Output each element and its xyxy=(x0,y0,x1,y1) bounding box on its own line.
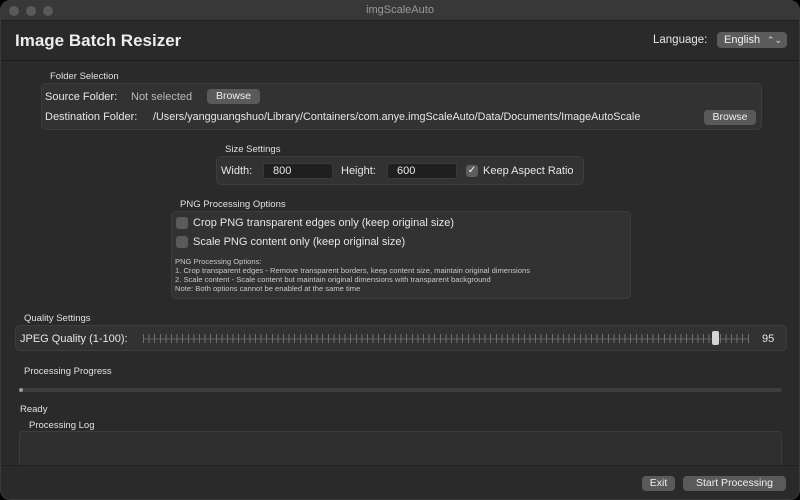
keep-aspect-checkbox[interactable]: ✓ xyxy=(466,165,478,177)
title-bar: imgScaleAuto xyxy=(1,1,799,21)
bottom-action-bar xyxy=(1,465,799,499)
source-folder-label: Source Folder: xyxy=(45,91,118,103)
folder-section-label: Folder Selection xyxy=(50,71,119,82)
processing-log-label: Processing Log xyxy=(29,420,95,431)
app-window: imgScaleAuto Image Batch Resizer Languag… xyxy=(0,0,800,500)
height-label: Height: xyxy=(341,165,376,177)
width-label: Width: xyxy=(221,165,253,177)
scale-png-checkbox[interactable] xyxy=(176,236,188,248)
progress-status: Ready xyxy=(20,404,48,415)
header-divider xyxy=(1,60,799,61)
start-processing-button[interactable]: Start Processing xyxy=(683,476,786,491)
png-note-line: Note: Both options cannot be enabled at … xyxy=(175,284,361,293)
page-title: Image Batch Resizer xyxy=(15,31,182,50)
png-note-line: 1. Crop transparent edges - Remove trans… xyxy=(175,266,530,275)
keep-aspect-label: Keep Aspect Ratio xyxy=(483,165,574,177)
jpeg-quality-slider-ticks xyxy=(143,334,749,343)
width-input[interactable]: 800 xyxy=(263,163,333,179)
source-browse-button[interactable]: Browse xyxy=(207,89,260,104)
progress-bar-fill xyxy=(19,388,23,392)
crop-png-label: Crop PNG transparent edges only (keep or… xyxy=(193,217,455,229)
destination-folder-label: Destination Folder: xyxy=(45,111,138,123)
progress-bar xyxy=(19,388,782,392)
crop-png-checkbox[interactable] xyxy=(176,217,188,229)
progress-section-label: Processing Progress xyxy=(24,366,112,377)
destination-folder-value: /Users/yangguangshuo/Library/Containers/… xyxy=(153,111,641,123)
chevron-updown-icon: ⌃⌄ xyxy=(766,35,782,45)
height-input[interactable]: 600 xyxy=(387,163,457,179)
language-value: English xyxy=(724,34,761,46)
png-section-label: PNG Processing Options xyxy=(180,199,286,210)
scale-png-label: Scale PNG content only (keep original si… xyxy=(193,236,406,248)
language-label: Language: xyxy=(653,34,708,46)
exit-button[interactable]: Exit xyxy=(642,476,675,491)
png-note-line: PNG Processing Options: xyxy=(175,257,262,266)
destination-browse-button[interactable]: Browse xyxy=(704,110,756,125)
jpeg-quality-label: JPEG Quality (1-100): xyxy=(20,333,128,345)
png-note-line: 2. Scale content - Scale content but mai… xyxy=(175,275,491,284)
jpeg-quality-value: 95 xyxy=(762,333,775,345)
quality-section-label: Quality Settings xyxy=(24,313,91,324)
window-title: imgScaleAuto xyxy=(366,4,434,16)
jpeg-quality-slider-thumb[interactable] xyxy=(711,331,719,345)
language-select[interactable]: English ⌃⌄ xyxy=(717,32,787,48)
size-section-label: Size Settings xyxy=(225,144,281,155)
source-folder-value: Not selected xyxy=(131,91,193,103)
